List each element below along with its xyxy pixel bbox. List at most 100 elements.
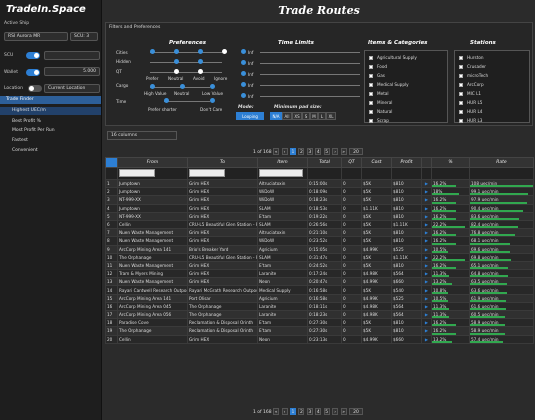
pager-page-3[interactable]: 3 [306,148,313,155]
col-item[interactable]: Item [257,157,308,168]
col-to[interactable]: To [187,157,258,168]
station-checkbox[interactable] [459,56,463,60]
per-page-select[interactable]: 20 [349,148,364,155]
play-icon[interactable]: ▶ [421,195,432,205]
pager-prev[interactable]: ‹ [281,408,288,415]
station-checkbox[interactable] [459,92,463,96]
play-icon[interactable]: ▶ [421,285,432,295]
hidden-slider[interactable] [150,62,222,63]
time-limit-5-slider[interactable] [260,96,360,97]
table-row[interactable]: 1 Jumptown Grim HEX Altruciatoxin 0:15:00s 0 $… [105,178,534,189]
table-row[interactable]: 18 Paradise Cove Reclamation & Disposal Or… [105,318,534,328]
item-checkbox[interactable] [369,101,373,105]
table-row[interactable]: 11 Nuen Waste Management Grim HEX E'tam 0:24… [105,260,534,271]
table-row[interactable]: 9 ArcCorp Mining Area 141 Brio's Breaker Y… [105,244,534,254]
nav-best-profit[interactable]: Best Profit % [0,118,101,126]
item-checkbox[interactable] [369,65,373,69]
col-from[interactable]: From [117,157,188,168]
wallet-input[interactable]: 5.000 [44,67,100,76]
pager-page-2[interactable]: 2 [298,148,305,155]
item-search-input[interactable] [259,169,303,177]
play-icon[interactable]: ▶ [421,293,432,303]
cargo-knob-3[interactable] [210,84,215,89]
cities-knob-1[interactable] [150,49,155,54]
play-icon[interactable]: ▶ [421,228,432,238]
pager-next[interactable]: › [332,148,339,155]
col-percent[interactable]: % [431,157,470,168]
pager-page-4[interactable]: 4 [315,148,322,155]
play-icon[interactable]: ▶ [421,318,432,328]
col-rate[interactable]: Rate [469,157,534,168]
play-icon[interactable]: ▶ [421,187,432,197]
cities-knob-3[interactable] [198,49,203,54]
columns-select[interactable]: 16 columns [107,131,177,140]
per-page-select[interactable]: 20 [349,408,364,415]
play-icon[interactable]: ▶ [421,178,432,189]
station-checkbox[interactable] [459,83,463,87]
table-row[interactable]: 20 Cellin Grim HEX Neon 0:23:13s 0 $4.99K $660 ▶… [105,334,534,344]
time-limit-2-slider[interactable] [260,63,360,64]
pad-all[interactable]: All [282,112,292,120]
cities-knob-4[interactable] [222,49,227,54]
cargo-knob-2[interactable] [180,84,185,89]
pager-page-1[interactable]: 1 [289,148,296,155]
nav-most-profit[interactable]: Most Profit Per Run [0,127,101,135]
time-knob-2[interactable] [210,98,215,103]
time-limit-3-knob[interactable] [241,71,246,76]
table-row[interactable]: 3 NT-999-XX Grim HEX WiDoW 0:18:23s 0 $5K $810 ▶… [105,195,534,205]
table-row[interactable]: 13 Nuen Waste Management Grim HEX Neon 0:20:… [105,277,534,287]
table-row[interactable]: 12 Tram & Myers Mining Grim HEX Laranite 0:1… [105,269,534,279]
item-checkbox[interactable] [369,74,373,78]
col-total[interactable]: Total [307,157,342,168]
scu-select[interactable]: SCU: 3 [70,32,98,41]
table-row[interactable]: 15 ArcCorp Mining Area 141 Port Olisar Agri… [105,293,534,303]
pager-next[interactable]: › [332,408,339,415]
pad-m[interactable]: M [310,112,318,120]
time-slider[interactable] [164,101,210,102]
play-icon[interactable]: ▶ [421,236,432,246]
cities-slider[interactable] [150,52,222,53]
col-profit[interactable]: Profit [391,157,422,168]
to-search-input[interactable] [189,169,225,177]
pad-xs[interactable]: XS [292,112,302,120]
pager-first[interactable]: « [273,148,280,155]
time-limit-3-slider[interactable] [260,74,360,75]
table-row[interactable]: 19 The Orphanage Reclamation & Disposal Or… [105,326,534,336]
table-row[interactable]: 6 Cellin CRU-L5 Beautiful Glen Station - F… [105,219,534,230]
time-limit-2-knob[interactable] [241,60,246,65]
nav-highest-uec[interactable]: Highest UEC/m [0,107,101,115]
table-row[interactable]: 16 ArcCorp Mining Area 045 The Orphanage La… [105,301,534,312]
scu-toggle[interactable] [26,52,40,59]
play-icon[interactable]: ▶ [421,219,432,230]
pad-xl[interactable]: XL [326,112,336,120]
station-checkbox[interactable] [459,110,463,114]
location-select[interactable]: Current Location [44,84,100,93]
station-checkbox[interactable] [459,101,463,105]
pager-page-4[interactable]: 4 [315,408,322,415]
pager-first[interactable]: « [273,408,280,415]
wallet-toggle[interactable] [26,69,40,76]
table-row[interactable]: 10 The Orphanage CRU-L5 Beautiful Glen Sta… [105,252,534,262]
pad-s[interactable]: S [302,112,310,120]
time-limit-4-knob[interactable] [241,82,246,87]
pager-last[interactable]: » [340,408,347,415]
hidden-knob-2[interactable] [198,59,203,64]
nav-fastest[interactable]: Fastest [0,137,101,145]
station-checkbox[interactable] [459,65,463,69]
qt-knob[interactable] [174,69,179,74]
play-icon[interactable]: ▶ [421,301,432,312]
nav-convenient[interactable]: Convenient [0,147,101,155]
item-checkbox[interactable] [369,119,373,123]
play-icon[interactable]: ▶ [421,326,432,336]
table-row[interactable]: 5 NT-999-XX Grim HEX E'tam 0:19:22s 0 $5K $810 ▶… [105,211,534,221]
item-checkbox[interactable] [369,56,373,60]
pager-page-2[interactable]: 2 [298,408,305,415]
cities-knob-2[interactable] [174,49,179,54]
play-icon[interactable]: ▶ [421,244,432,254]
pager-last[interactable]: » [340,148,347,155]
hidden-knob[interactable] [174,59,179,64]
ship-select[interactable]: RSI Aurora MR [4,32,68,41]
col-cost[interactable]: Cost [361,157,392,168]
pager-page-5[interactable]: 5 [323,148,330,155]
item-checkbox[interactable] [369,92,373,96]
